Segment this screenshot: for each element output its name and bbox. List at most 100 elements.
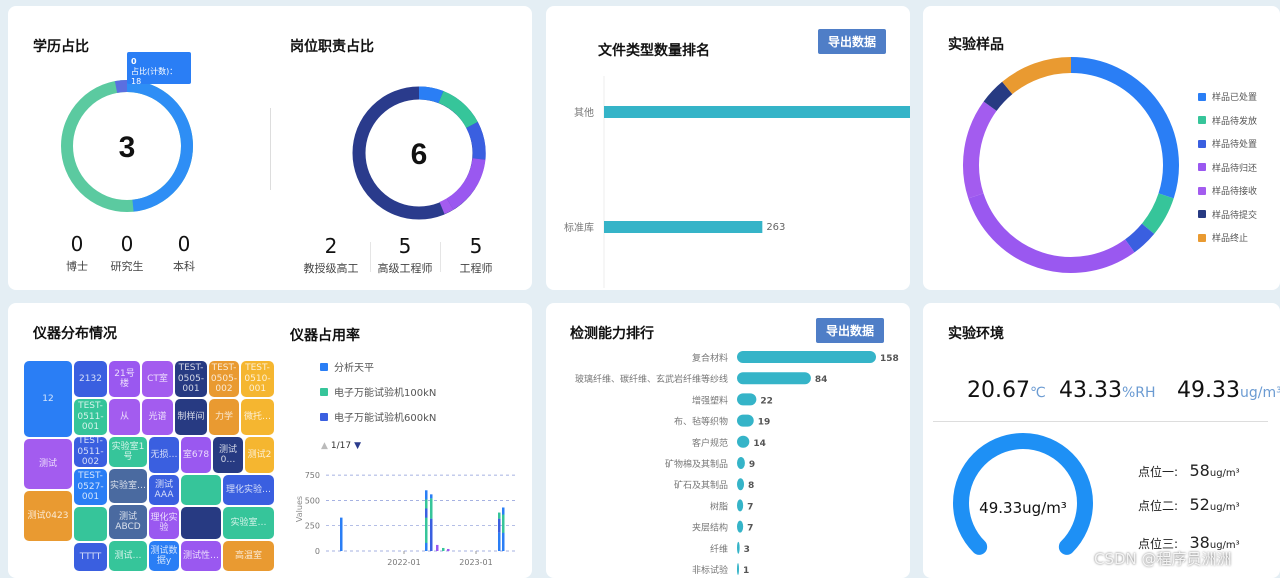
treemap-cell[interactable]: 测试 bbox=[24, 439, 72, 489]
capability-export-button[interactable]: 导出数据 bbox=[816, 318, 885, 343]
treemap-cell[interactable]: 微托… bbox=[241, 399, 274, 435]
capability-bar[interactable] bbox=[737, 478, 745, 491]
samples-legend-item[interactable]: 样品待处置 bbox=[1198, 137, 1257, 150]
capability-bar[interactable] bbox=[737, 563, 739, 575]
samples-slice[interactable] bbox=[1070, 57, 1179, 199]
samples-legend-item[interactable]: 样品待接收 bbox=[1198, 184, 1257, 197]
usage-legend-item[interactable]: 电子万能试验机600kN bbox=[320, 409, 436, 424]
treemap-cell[interactable]: 测试ABCD bbox=[109, 505, 147, 539]
pager-down-icon[interactable]: ▼ bbox=[354, 441, 361, 451]
samples-slice[interactable] bbox=[1124, 223, 1155, 253]
treemap-cell[interactable]: 实验室… bbox=[109, 469, 147, 503]
usage-bar[interactable] bbox=[340, 517, 343, 551]
treemap-cell[interactable]: 测试性… bbox=[181, 541, 221, 571]
usage-bar[interactable] bbox=[436, 544, 439, 551]
education-ring-indigo[interactable] bbox=[114, 79, 128, 93]
treemap-cell[interactable]: 测试0… bbox=[213, 437, 243, 473]
capability-bar[interactable] bbox=[737, 351, 876, 363]
position-ring-indigo[interactable] bbox=[466, 121, 486, 160]
treemap-cell[interactable]: TEST-0510-001 bbox=[241, 361, 274, 397]
usage-bar[interactable] bbox=[498, 512, 501, 519]
usage-y-tick: 750 bbox=[305, 471, 320, 480]
treemap-cell[interactable]: 测试… bbox=[109, 541, 147, 571]
legend-label: 样品待接收 bbox=[1212, 187, 1258, 197]
position-ring-violet[interactable] bbox=[439, 198, 454, 215]
capability-bar[interactable] bbox=[737, 414, 754, 427]
usage-pager[interactable]: ▲ 1/17 ▼ bbox=[321, 441, 361, 451]
treemap-cell[interactable]: 制样间 bbox=[175, 399, 207, 435]
treemap-cell[interactable]: 光谱 bbox=[142, 399, 173, 435]
treemap-cell[interactable]: 12 bbox=[24, 361, 72, 437]
stat-label: 本科 bbox=[173, 260, 195, 273]
samples-legend-item[interactable]: 样品待提交 bbox=[1198, 208, 1257, 221]
usage-legend-item[interactable]: 电子万能试验机100kN bbox=[320, 384, 436, 399]
file-bar[interactable] bbox=[604, 106, 910, 118]
treemap-cell[interactable]: 测试2 bbox=[245, 437, 274, 473]
samples-slice[interactable] bbox=[983, 81, 1013, 112]
position-ring-blue[interactable] bbox=[418, 86, 444, 104]
treemap-cell[interactable]: TEST-0505-001 bbox=[175, 361, 207, 397]
usage-bar[interactable] bbox=[430, 494, 433, 499]
samples-legend-item[interactable]: 样品终止 bbox=[1198, 231, 1248, 244]
treemap-cell[interactable] bbox=[181, 507, 221, 539]
treemap-cell[interactable]: 测试0423 bbox=[24, 491, 72, 541]
capability-bar[interactable] bbox=[737, 393, 757, 406]
samples-slice[interactable] bbox=[968, 193, 1135, 273]
samples-legend-item[interactable]: 样品待归还 bbox=[1198, 161, 1257, 174]
usage-bar[interactable] bbox=[498, 532, 501, 551]
treemap-cell[interactable]: 理化实验… bbox=[223, 475, 274, 505]
samples-legend-item[interactable]: 样品已处置 bbox=[1198, 90, 1257, 103]
education-ring-blue[interactable] bbox=[126, 80, 193, 212]
capability-bar[interactable] bbox=[737, 541, 740, 554]
treemap-cell[interactable]: 力学 bbox=[209, 399, 239, 435]
treemap-cell[interactable]: 21号楼 bbox=[109, 361, 140, 397]
samples-slice[interactable] bbox=[1141, 193, 1174, 234]
treemap-cell[interactable]: 无损… bbox=[149, 437, 179, 473]
capability-bar[interactable] bbox=[737, 372, 811, 385]
position-ring-purple[interactable] bbox=[446, 158, 486, 210]
capability-bar[interactable] bbox=[737, 457, 745, 469]
treemap-cell[interactable]: TEST-0511-001 bbox=[74, 399, 107, 435]
usage-bar[interactable] bbox=[430, 518, 433, 551]
samples-legend-item[interactable]: 样品待发放 bbox=[1198, 114, 1257, 127]
usage-bar[interactable] bbox=[430, 498, 433, 519]
treemap-cell[interactable]: 实验室… bbox=[223, 507, 274, 539]
usage-bar[interactable] bbox=[498, 518, 501, 533]
treemap-cell[interactable]: 测试AAA bbox=[149, 475, 179, 505]
capability-bar[interactable] bbox=[737, 520, 744, 533]
treemap-cell[interactable]: 室678 bbox=[181, 437, 211, 473]
treemap-cell[interactable]: TTTT bbox=[74, 543, 107, 571]
legend-swatch bbox=[1198, 233, 1206, 242]
usage-bar[interactable] bbox=[502, 514, 505, 533]
pager-up-icon[interactable]: ▲ bbox=[321, 441, 328, 451]
usage-bar[interactable] bbox=[447, 548, 450, 551]
treemap-cell[interactable]: 从 bbox=[109, 399, 140, 435]
usage-bar[interactable] bbox=[425, 508, 428, 518]
legend-label: 样品待发放 bbox=[1212, 116, 1258, 127]
usage-bar[interactable] bbox=[442, 547, 445, 551]
capability-bar[interactable] bbox=[737, 499, 744, 512]
file-types-export-button[interactable]: 导出数据 bbox=[818, 29, 887, 54]
treemap-cell[interactable]: 2132 bbox=[74, 361, 107, 397]
treemap-cell[interactable]: TEST-0505-002 bbox=[209, 361, 239, 397]
treemap-cell[interactable] bbox=[74, 507, 107, 541]
usage-bar[interactable] bbox=[425, 499, 428, 509]
treemap-cell[interactable]: 理化实验 bbox=[149, 507, 179, 539]
treemap-cell[interactable]: CT室 bbox=[142, 361, 173, 397]
samples-slice[interactable] bbox=[963, 101, 997, 199]
file-bar[interactable] bbox=[604, 221, 763, 233]
concentration-reading: 49.33ug/m³ bbox=[1177, 378, 1280, 403]
treemap-cell[interactable] bbox=[181, 475, 221, 505]
samples-slice[interactable] bbox=[1002, 57, 1072, 95]
position-ring-green[interactable] bbox=[438, 90, 478, 129]
usage-legend-item[interactable]: 分析天平 bbox=[320, 359, 374, 374]
usage-bar[interactable] bbox=[425, 517, 428, 543]
capability-bar[interactable] bbox=[737, 435, 750, 448]
treemap-cell[interactable]: 测试数据y bbox=[149, 541, 179, 571]
treemap-cell[interactable]: 高温室 bbox=[223, 541, 274, 571]
treemap-cell[interactable]: TEST-0527-001 bbox=[74, 469, 107, 505]
legend-swatch bbox=[1198, 92, 1206, 101]
treemap-cell[interactable]: TEST-0511-002 bbox=[74, 437, 107, 467]
treemap-cell[interactable]: 实验室1号 bbox=[109, 437, 147, 467]
position-stat-professor: 2 教授级高工 bbox=[301, 234, 361, 276]
